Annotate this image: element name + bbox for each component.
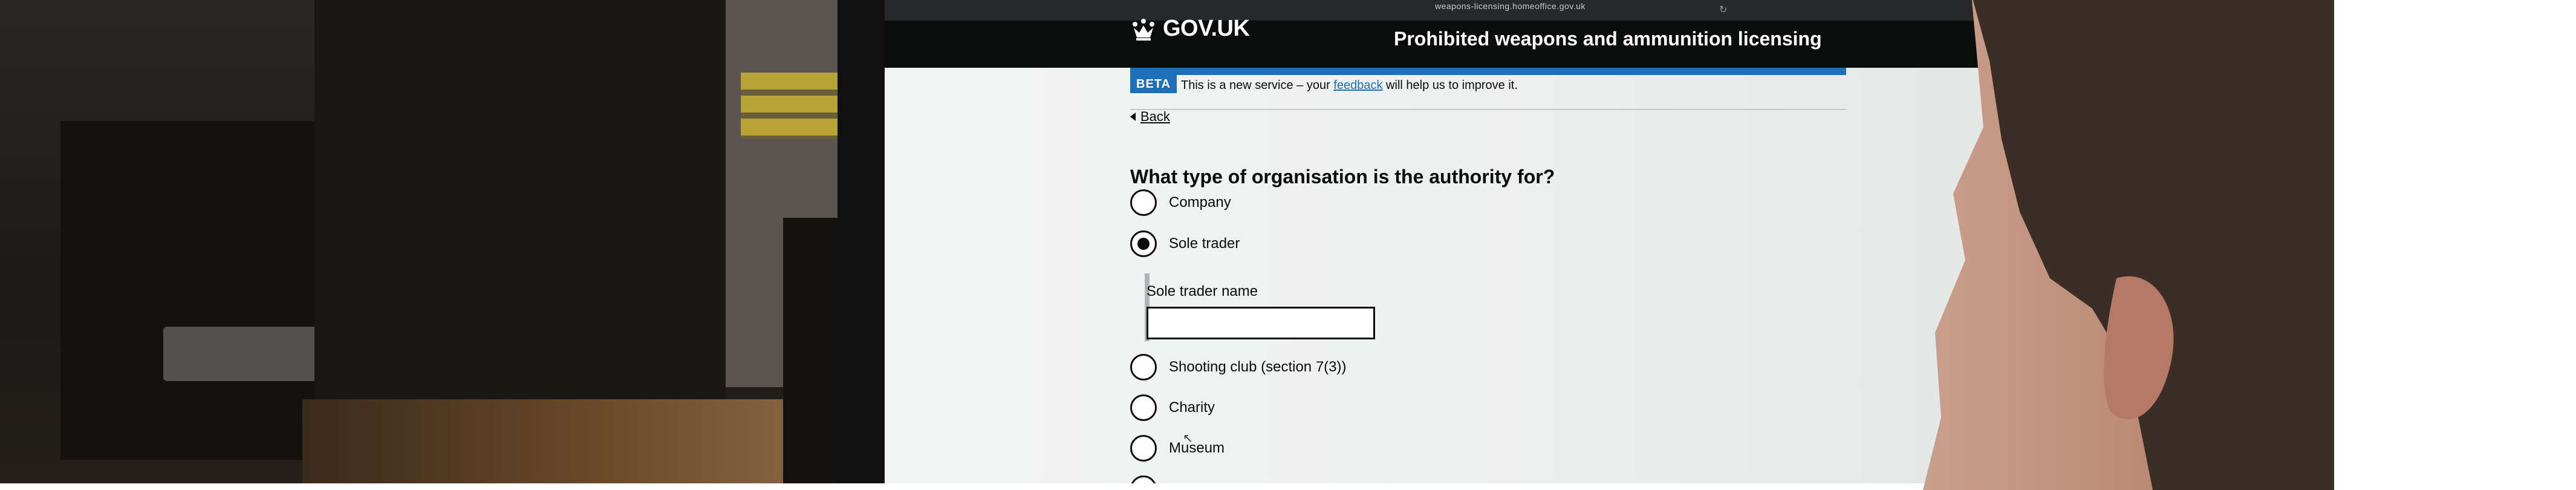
radio-label: Company (1169, 194, 1231, 211)
radio-input-more-option[interactable] (1130, 475, 1157, 483)
radio-museum[interactable]: Museum (1130, 435, 1225, 462)
radio-label: Sole trader (1169, 235, 1240, 252)
govuk-logo-link[interactable]: GOV.UK (1130, 16, 1250, 42)
crown-icon (1133, 18, 1154, 41)
phase-banner: BETA This is a new service – your feedba… (1130, 67, 1846, 110)
page-title: What type of organisation is the authori… (1130, 166, 1555, 188)
yellow-sign (741, 73, 838, 139)
reload-icon[interactable]: ↻ (1719, 4, 1727, 16)
sole-trader-name-input[interactable] (1147, 307, 1375, 339)
radio-input-sole-trader[interactable] (1130, 230, 1157, 257)
back-link-label: Back (1140, 109, 1170, 124)
radio-charity[interactable]: Charity (1130, 394, 1215, 421)
service-name-link[interactable]: Prohibited weapons and ammunition licens… (1394, 28, 1822, 50)
beta-tag: BETA (1130, 75, 1177, 93)
wooden-floor (302, 399, 847, 483)
radio-label: Charity (1169, 399, 1215, 416)
sole-trader-name-label: Sole trader name (1147, 283, 1258, 299)
browser-toolbar: weapons-licensing.homeoffice.gov.uk ↻ ↑ (885, 0, 2064, 21)
radio-shooting-club[interactable]: Shooting club (section 7(3)) (1130, 354, 1346, 381)
radio-more-option[interactable] (1130, 475, 1157, 483)
monitor-screen: weapons-licensing.homeoffice.gov.uk ↻ ↑ … (885, 0, 2064, 483)
govuk-header: weapons-licensing.homeoffice.gov.uk ↻ ↑ … (885, 0, 2064, 68)
phase-banner-text: This is a new service – your feedback wi… (1181, 79, 1518, 92)
address-bar[interactable]: weapons-licensing.homeoffice.gov.uk (1435, 1, 1586, 11)
radio-input-charity[interactable] (1130, 394, 1157, 421)
radio-label: Shooting club (section 7(3)) (1169, 359, 1347, 375)
radio-input-shooting-club[interactable] (1130, 354, 1157, 381)
govuk-logo-text: GOV.UK (1163, 16, 1250, 41)
radio-company[interactable]: Company (1130, 189, 1231, 216)
radio-input-museum[interactable] (1130, 435, 1157, 462)
monitor-stand (783, 218, 838, 483)
person-silhouette (1923, 0, 2334, 490)
radio-sole-trader[interactable]: Sole trader (1130, 230, 1240, 257)
back-link[interactable]: Back (1130, 109, 1170, 125)
feedback-link[interactable]: feedback (1333, 79, 1382, 92)
background-room (0, 0, 847, 483)
radio-input-company[interactable] (1130, 189, 1157, 216)
dark-door (314, 0, 726, 402)
office-chair (60, 121, 327, 460)
radio-label: Museum (1169, 440, 1225, 456)
back-arrow-icon (1130, 113, 1136, 121)
mouse-cursor-icon: ↖ (1183, 432, 1193, 445)
